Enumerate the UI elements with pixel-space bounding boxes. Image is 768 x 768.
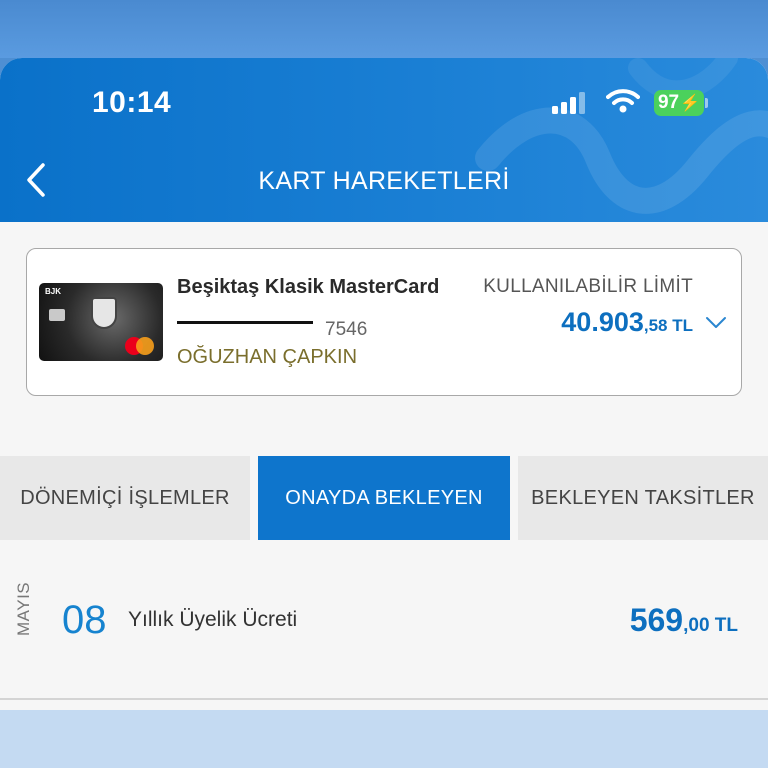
outer-frame-bottom <box>0 710 768 768</box>
transaction-day: 08 <box>62 598 107 642</box>
card-expand-button[interactable] <box>703 313 729 333</box>
card-brand-label: BJK <box>45 287 62 296</box>
limit-decimal: ,58 TL <box>643 316 693 335</box>
card-name: Beşiktaş Klasik MasterCard <box>177 276 440 298</box>
nav-bar: KART HAREKETLERİ <box>0 154 768 206</box>
transaction-description: Yıllık Üyelik Ücreti <box>128 608 298 631</box>
amount-main: 569 <box>629 602 684 638</box>
available-limit-value: 40.903,58 TL <box>561 307 693 338</box>
status-time: 10:14 <box>92 86 172 119</box>
row-divider <box>0 698 768 700</box>
tab-period-transactions[interactable]: DÖNEMİÇİ İŞLEMLER <box>0 456 250 540</box>
transaction-tabs: DÖNEMİÇİ İŞLEMLER ONAYDA BEKLEYEN BEKLEY… <box>0 456 768 540</box>
transaction-amount: 569,00 TL <box>630 602 738 639</box>
available-limit-label: KULLANILABİLİR LİMİT <box>483 276 693 297</box>
battery-cap <box>705 98 708 108</box>
outer-frame-top <box>0 0 768 58</box>
page-title: KART HAREKETLERİ <box>258 167 510 195</box>
status-bar: 10:14 97 ⚡ <box>0 84 768 124</box>
wifi-icon <box>606 89 640 113</box>
card-last-four: 7546 <box>325 319 368 340</box>
battery-indicator: 97 ⚡ <box>654 90 704 116</box>
phone-screen: 10:14 97 ⚡ KART HAREKETLERİ BJK Beşiktaş… <box>0 58 768 710</box>
amount-decimal: ,00 TL <box>683 615 738 636</box>
mastercard-logo-icon <box>125 337 155 355</box>
app-header: 10:14 97 ⚡ KART HAREKETLERİ <box>0 58 768 222</box>
card-summary[interactable]: BJK Beşiktaş Klasik MasterCard 7546 OĞUZ… <box>26 248 742 396</box>
tab-pending-installments[interactable]: BEKLEYEN TAKSİTLER <box>518 456 768 540</box>
card-chip <box>49 309 65 321</box>
credit-card-image: BJK <box>39 283 163 361</box>
cellular-signal-icon <box>552 92 585 114</box>
card-number-mask <box>177 321 313 324</box>
limit-main: 40.903 <box>561 307 644 337</box>
card-holder-name: OĞUZHAN ÇAPKIN <box>177 346 358 368</box>
club-crest-icon <box>91 297 117 329</box>
transaction-row[interactable]: MAYIS 08 Yıllık Üyelik Ücreti 569,00 TL <box>0 578 768 698</box>
battery-level: 97 <box>657 92 680 113</box>
chevron-down-icon <box>706 317 726 328</box>
tab-pending-approval[interactable]: ONAYDA BEKLEYEN <box>258 456 510 540</box>
charging-bolt-icon: ⚡ <box>680 95 701 112</box>
transaction-month: MAYIS <box>14 581 33 636</box>
